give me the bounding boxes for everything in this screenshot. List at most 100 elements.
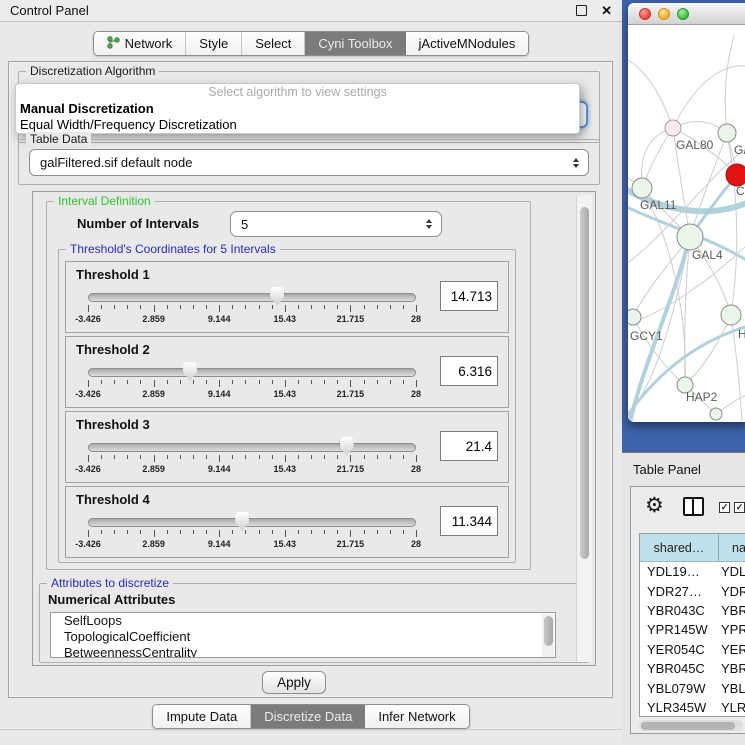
column-header-na[interactable]: na — [719, 534, 745, 561]
tick-mark — [88, 380, 89, 387]
tab-impute-data[interactable]: Impute Data — [153, 705, 251, 728]
window-close-button[interactable] — [639, 8, 651, 20]
panel-scrollbar[interactable] — [576, 195, 592, 662]
threshold-slider-track[interactable] — [88, 293, 416, 302]
close-icon[interactable]: ✕ — [601, 4, 612, 17]
threshold-value-field[interactable]: 6.316 — [440, 356, 498, 386]
cell-name: YDL1 — [719, 564, 745, 579]
tick-label: 9.144 — [208, 539, 231, 549]
node-h[interactable] — [721, 305, 741, 325]
slider-ticks — [88, 380, 416, 388]
table-row[interactable]: YER054CYER0 — [640, 640, 745, 659]
dropdown-option-manual-discretization[interactable]: Manual Discretization — [16, 101, 579, 117]
threshold-value-field[interactable]: 11.344 — [440, 506, 498, 536]
tick-mark — [324, 455, 325, 459]
table-row[interactable]: YPR145WYPR1 — [640, 620, 745, 639]
float-icon[interactable] — [576, 5, 587, 16]
node-bottom[interactable] — [710, 408, 722, 420]
gear-icon[interactable]: ⚙ — [645, 495, 664, 516]
window-zoom-button[interactable] — [677, 8, 689, 20]
tick-mark — [193, 530, 194, 534]
threshold-label: Threshold 2 — [76, 342, 150, 357]
network-window-titlebar[interactable] — [628, 3, 745, 25]
number-of-intervals-select[interactable]: 5 — [230, 211, 442, 237]
tick-mark — [285, 530, 286, 537]
tick-mark — [377, 530, 378, 534]
tick-mark — [272, 530, 273, 534]
column-header-shared[interactable]: shared… — [640, 534, 719, 561]
tab-select[interactable]: Select — [242, 32, 305, 55]
tab-network[interactable]: Network — [94, 32, 187, 55]
panel-scrollbar-thumb[interactable] — [580, 207, 589, 559]
tick-mark — [206, 380, 207, 384]
node-top-right[interactable] — [718, 124, 736, 142]
node-table[interactable]: shared…na YDL19…YDL1YDR27…YDR2YBR043CYBR… — [639, 533, 745, 717]
tick-label: 21.715 — [337, 464, 365, 474]
tab-infer-network[interactable]: Infer Network — [365, 705, 468, 728]
attributes-scrollbar[interactable] — [542, 614, 554, 657]
numerical-attributes-list[interactable]: SelfLoopsTopologicalCoefficientBetweenne… — [50, 612, 556, 658]
checkbox-icon[interactable]: ✓ — [734, 502, 745, 513]
dropdown-option-equal-width-frequency-discretization[interactable]: Equal Width/Frequency Discretization — [16, 117, 579, 133]
table-row[interactable]: YLR345WYLR3 — [640, 698, 745, 717]
tick-mark — [350, 380, 351, 387]
attributes-group: Attributes to discretize Numerical Attri… — [39, 583, 589, 663]
node-gal80[interactable] — [665, 120, 681, 136]
table-data-select[interactable]: galFiltered.sif default node — [29, 149, 589, 176]
node-gcy1[interactable] — [628, 309, 641, 325]
tab-jactivemnodules[interactable]: jActiveMNodules — [406, 32, 529, 55]
attribute-list-item[interactable]: SelfLoops — [51, 613, 555, 629]
tick-mark — [416, 305, 417, 312]
tick-mark — [219, 305, 220, 312]
tick-mark — [364, 380, 365, 384]
tick-mark — [364, 455, 365, 459]
threshold-label: Threshold 3 — [76, 417, 150, 432]
thresholds-group-title: Threshold's Coordinates for 5 Intervals — [66, 242, 280, 256]
tab-discretize-data[interactable]: Discretize Data — [251, 705, 365, 728]
tick-mark — [416, 530, 417, 537]
table-row[interactable]: YDR27…YDR2 — [640, 581, 745, 600]
tick-mark — [114, 380, 115, 384]
attribute-list-item[interactable]: TopologicalCoefficient — [51, 629, 555, 645]
threshold-slider-thumb[interactable] — [340, 437, 354, 456]
tab-style[interactable]: Style — [186, 32, 242, 55]
table-row[interactable]: YDL19…YDL1 — [640, 562, 745, 581]
tab-cyni-toolbox[interactable]: Cyni Toolbox — [305, 32, 405, 55]
tick-label: 28 — [411, 314, 421, 324]
node-red[interactable] — [726, 164, 745, 186]
tick-mark — [101, 380, 102, 384]
attributes-scrollbar-thumb[interactable] — [544, 616, 553, 646]
apply-button[interactable]: Apply — [262, 671, 326, 694]
tick-mark — [88, 305, 89, 312]
threshold-slider-thumb[interactable] — [235, 512, 249, 531]
checkbox-icon[interactable]: ✓ — [719, 502, 730, 513]
table-row[interactable]: YBL079WYBL0 — [640, 678, 745, 697]
window-minimize-button[interactable] — [658, 8, 670, 20]
threshold-slider-track[interactable] — [88, 368, 416, 377]
tick-mark — [101, 530, 102, 534]
network-window[interactable]: GAL80GACGAL11GAL4GCY1HHAP2 — [628, 3, 745, 422]
node-gal4[interactable] — [677, 224, 703, 250]
table-scrollbar-thumb[interactable] — [641, 722, 735, 730]
tick-mark — [416, 380, 417, 387]
table-panel-region: Table Panel ⚙ ✓ ✓ shared…na YDL19…YDL1YD… — [622, 452, 745, 745]
threshold-slider-thumb[interactable] — [183, 362, 197, 381]
cell-shared-name: YER054C — [640, 642, 719, 657]
columns-icon[interactable] — [683, 497, 704, 516]
threshold-slider-track[interactable] — [88, 443, 416, 452]
table-row[interactable]: YBR043CYBR0 — [640, 601, 745, 620]
threshold-slider-track[interactable] — [88, 518, 416, 527]
table-horizontal-scrollbar[interactable] — [639, 720, 743, 731]
cell-shared-name: YBR045C — [640, 661, 719, 676]
tick-mark — [259, 455, 260, 459]
attribute-list-item[interactable]: BetweennessCentrality — [51, 645, 555, 658]
table-row[interactable]: YBR045CYBR0 — [640, 659, 745, 678]
threshold-value-field[interactable]: 21.4 — [440, 431, 498, 461]
tick-mark — [324, 380, 325, 384]
tick-mark — [206, 455, 207, 459]
threshold-value-field[interactable]: 14.713 — [440, 281, 498, 311]
node-gal11[interactable] — [632, 178, 652, 198]
threshold-slider-thumb[interactable] — [270, 287, 284, 306]
network-graph[interactable]: GAL80GACGAL11GAL4GCY1HHAP2 — [628, 25, 745, 422]
tick-mark — [377, 455, 378, 459]
